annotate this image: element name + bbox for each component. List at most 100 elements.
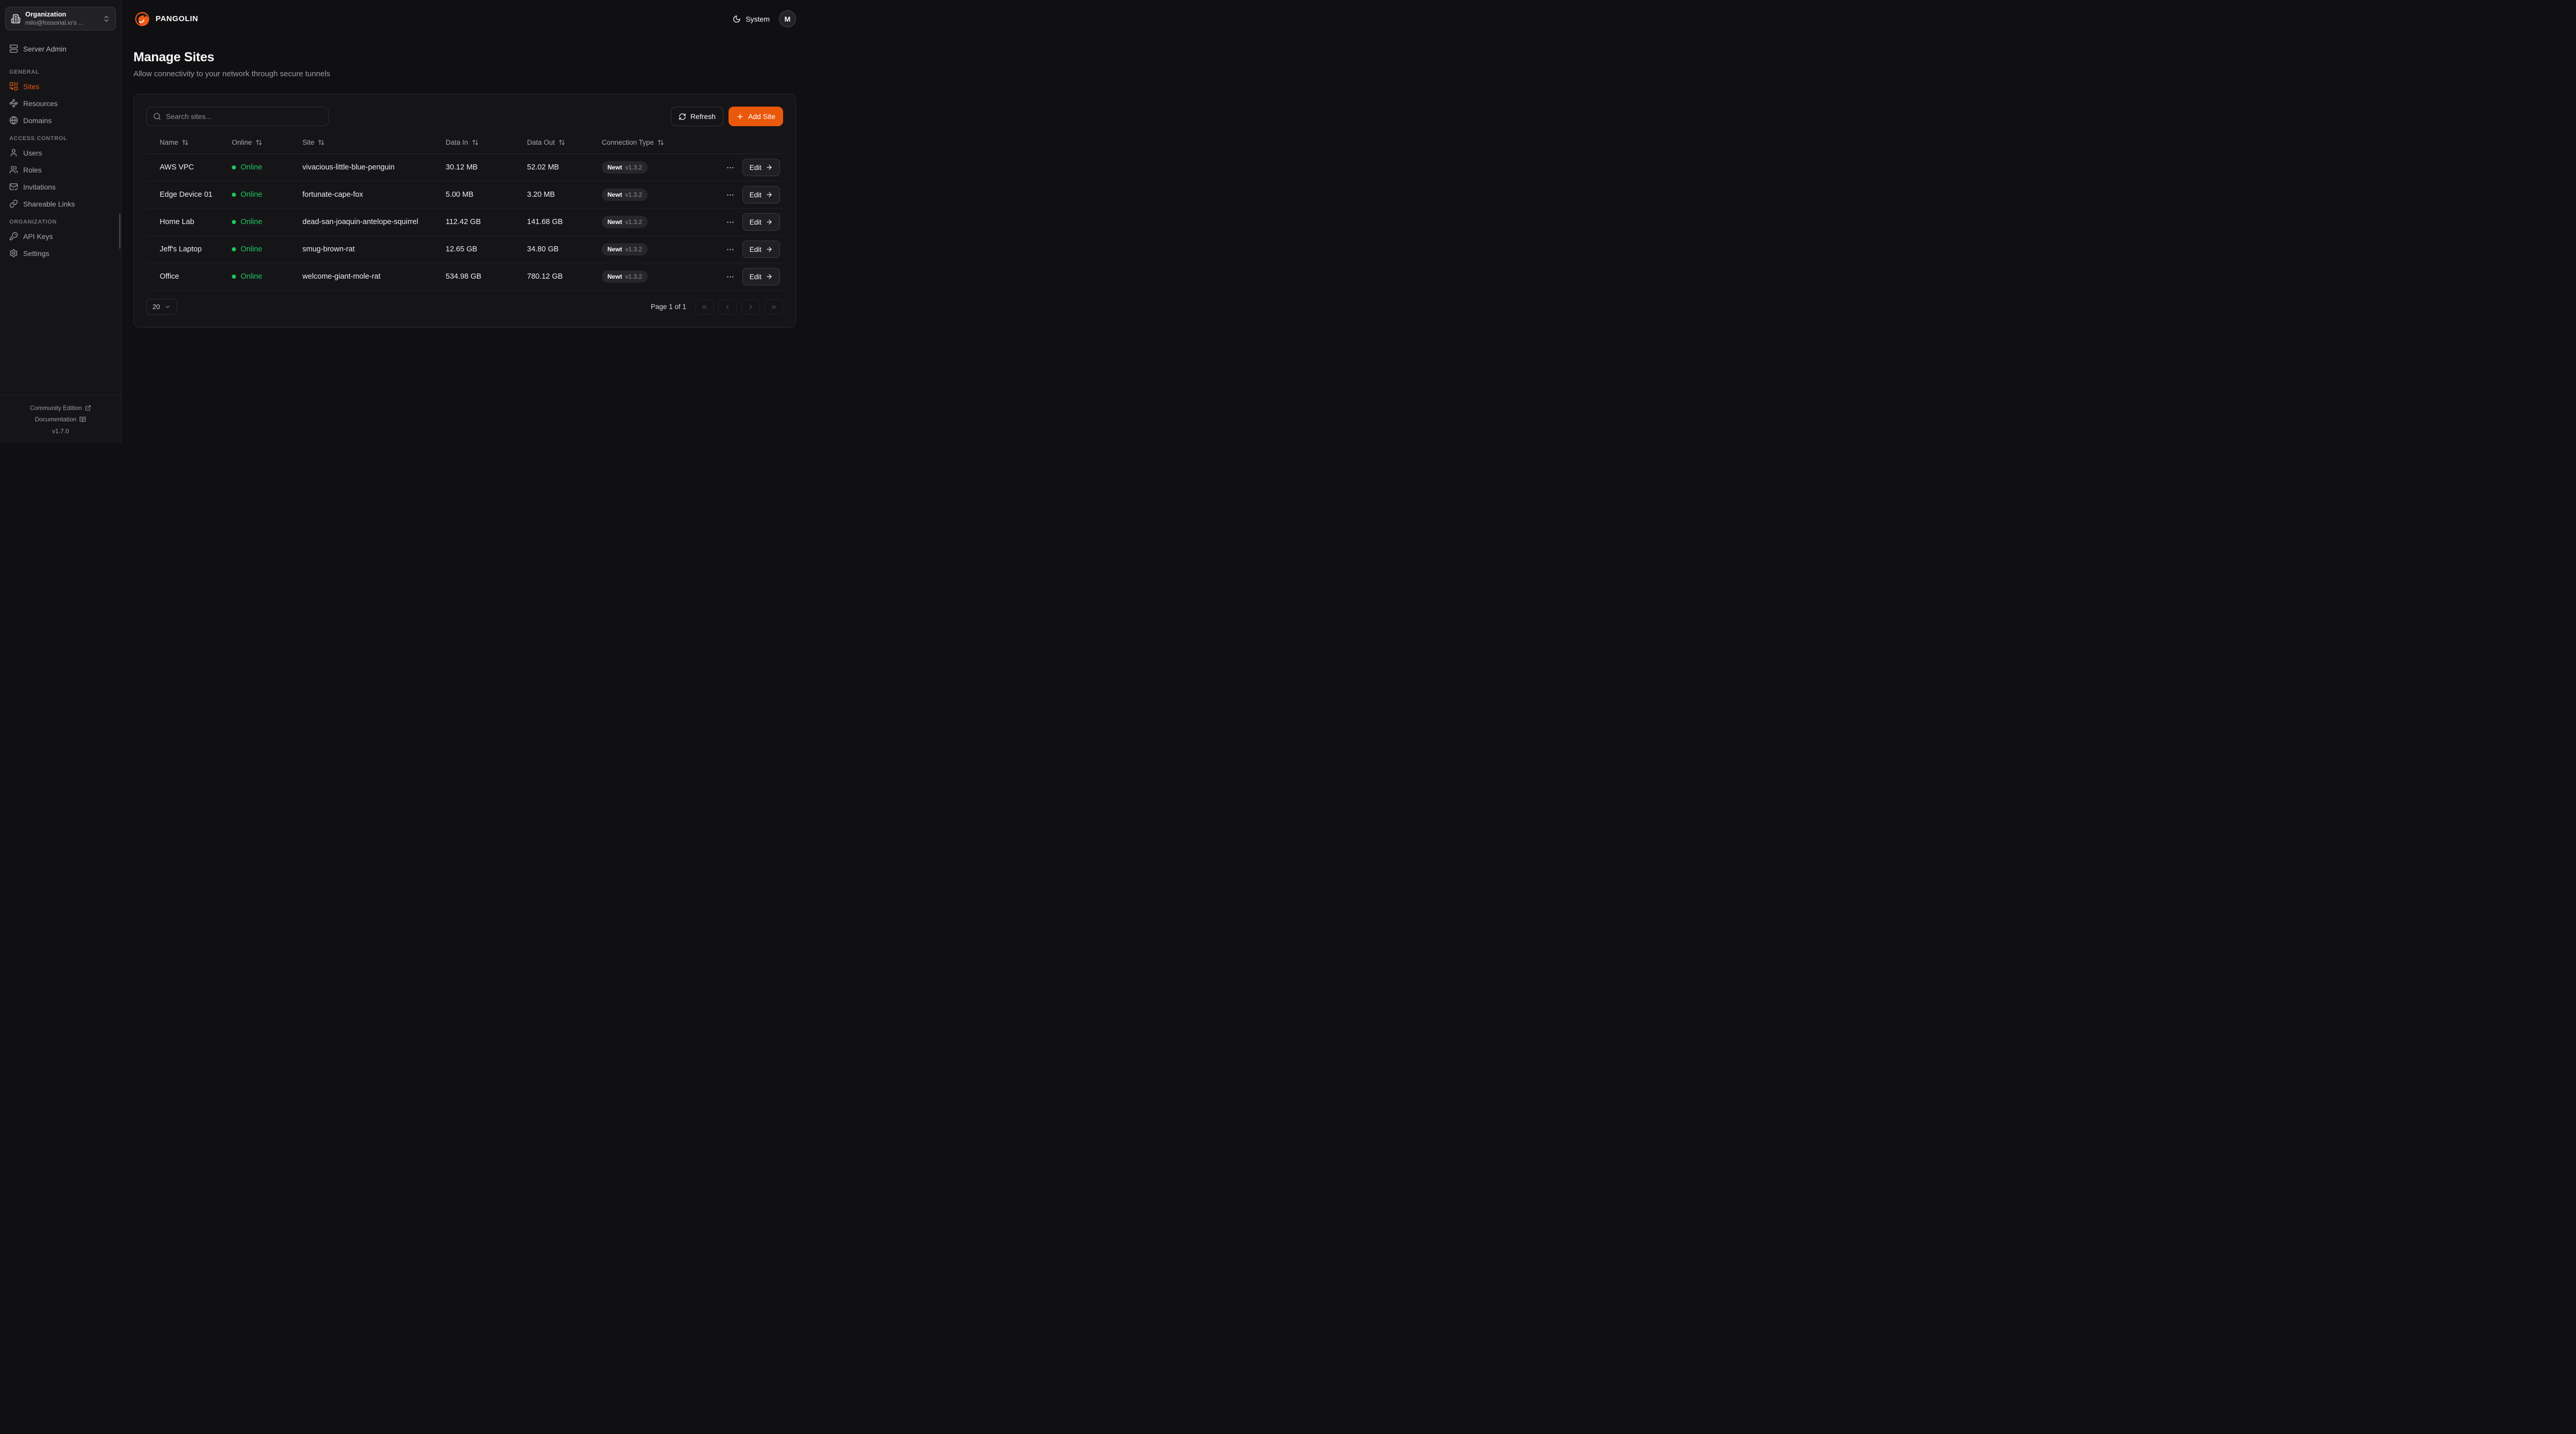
- sidebar-item-roles[interactable]: Roles: [5, 162, 116, 178]
- cell-name: Home Lab: [146, 218, 218, 226]
- connection-version-label: v1.3.2: [625, 273, 642, 280]
- chevron-right-icon: [747, 303, 754, 311]
- sidebar-item-api-keys[interactable]: API Keys: [5, 228, 116, 244]
- online-label: Online: [241, 191, 262, 199]
- org-selector-subtitle: milo@fossorial.io's ...: [25, 19, 98, 27]
- sidebar-item-label: Settings: [23, 249, 49, 258]
- row-menu-button[interactable]: [725, 162, 736, 173]
- sidebar-item-settings[interactable]: Settings: [5, 245, 116, 261]
- add-site-button[interactable]: Add Site: [728, 107, 783, 126]
- refresh-button[interactable]: Refresh: [671, 107, 723, 126]
- table-row: AWS VPC Online vivacious-little-blue-pen…: [146, 154, 783, 181]
- key-icon: [9, 232, 18, 241]
- sidebar: Organization milo@fossorial.io's ... Ser…: [0, 0, 122, 443]
- user-icon: [9, 148, 18, 157]
- column-label: Connection Type: [602, 139, 654, 146]
- sidebar-item-sites[interactable]: Sites: [5, 78, 116, 94]
- sort-icon: [182, 139, 189, 146]
- row-menu-button[interactable]: [725, 217, 736, 228]
- column-header-connection-type[interactable]: Connection Type: [588, 131, 716, 153]
- column-label: Online: [232, 139, 252, 146]
- online-dot: [232, 275, 236, 279]
- cell-site: vivacious-little-blue-penguin: [289, 163, 432, 172]
- row-menu-button[interactable]: [725, 244, 736, 255]
- cell-name: Jeff's Laptop: [146, 245, 218, 253]
- column-header-data-in[interactable]: Data In: [432, 131, 514, 153]
- search-input[interactable]: [166, 112, 322, 121]
- sidebar-item-server-admin[interactable]: Server Admin: [5, 41, 116, 57]
- edit-button[interactable]: Edit: [742, 159, 780, 176]
- section-label-general: GENERAL: [5, 63, 116, 78]
- arrow-right-icon: [766, 273, 773, 280]
- arrow-right-icon: [766, 218, 773, 226]
- org-selector[interactable]: Organization milo@fossorial.io's ...: [5, 7, 116, 30]
- link-icon: [9, 199, 18, 208]
- cell-name: Office: [146, 272, 218, 281]
- connection-type-label: Newt: [607, 273, 622, 280]
- arrow-right-icon: [766, 164, 773, 171]
- connection-badge: Newtv1.3.2: [602, 216, 648, 228]
- edit-button[interactable]: Edit: [742, 241, 780, 258]
- column-header-data-out[interactable]: Data Out: [514, 131, 588, 153]
- row-menu-button[interactable]: [725, 190, 736, 200]
- section-label-organization: ORGANIZATION: [5, 213, 116, 228]
- table-row: Office Online welcome-giant-mole-rat 534…: [146, 263, 783, 291]
- documentation-link[interactable]: Documentation: [0, 414, 121, 425]
- search-icon: [153, 112, 161, 121]
- row-menu-button[interactable]: [725, 271, 736, 282]
- sidebar-item-users[interactable]: Users: [5, 145, 116, 161]
- first-page-button[interactable]: [695, 299, 714, 315]
- section-label-access-control: ACCESS CONTROL: [5, 129, 116, 145]
- online-dot: [232, 220, 236, 224]
- cell-site: welcome-giant-mole-rat: [289, 272, 432, 281]
- edit-button[interactable]: Edit: [742, 268, 780, 285]
- cell-online: Online: [218, 163, 289, 172]
- cell-data-in: 534.98 GB: [432, 272, 514, 281]
- avatar[interactable]: M: [779, 10, 796, 27]
- sidebar-item-label: Shareable Links: [23, 200, 75, 208]
- column-header-site[interactable]: Site: [289, 131, 432, 153]
- cell-site: fortunate-cape-fox: [289, 191, 432, 199]
- card-toolbar: Refresh Add Site: [146, 107, 783, 126]
- edit-button[interactable]: Edit: [742, 186, 780, 203]
- cell-site: smug-brown-rat: [289, 245, 432, 253]
- community-edition-link[interactable]: Community Edition: [0, 402, 121, 414]
- add-site-label: Add Site: [748, 112, 775, 121]
- connection-version-label: v1.3.2: [625, 164, 642, 171]
- last-page-button[interactable]: [765, 299, 783, 315]
- page-size-select[interactable]: 20: [146, 299, 177, 315]
- plus-icon: [736, 113, 744, 121]
- book-open-icon: [79, 416, 86, 423]
- brand-name: PANGOLIN: [156, 14, 198, 23]
- page-info: Page 1 of 1: [651, 303, 686, 311]
- sidebar-item-label: Roles: [23, 166, 42, 174]
- refresh-label: Refresh: [690, 112, 716, 121]
- cell-actions: Edit: [716, 186, 783, 203]
- prev-page-button[interactable]: [718, 299, 737, 315]
- sidebar-item-invitations[interactable]: Invitations: [5, 179, 116, 195]
- sidebar-nav: Server Admin GENERAL Sites Resources Dom…: [0, 30, 121, 262]
- cell-online: Online: [218, 272, 289, 281]
- cell-data-in: 5.00 MB: [432, 191, 514, 199]
- next-page-button[interactable]: [741, 299, 760, 315]
- sort-icon: [657, 139, 664, 146]
- sidebar-item-shareable-links[interactable]: Shareable Links: [5, 196, 116, 212]
- column-header-online[interactable]: Online: [218, 131, 289, 153]
- chevrons-up-down-icon: [103, 15, 110, 23]
- sidebar-item-resources[interactable]: Resources: [5, 95, 116, 111]
- sidebar-scrollbar[interactable]: [119, 214, 121, 249]
- column-header-name[interactable]: Name: [146, 131, 218, 153]
- refresh-icon: [679, 113, 686, 121]
- chevron-left-icon: [724, 303, 731, 311]
- theme-toggle[interactable]: System: [733, 15, 770, 23]
- sidebar-item-domains[interactable]: Domains: [5, 112, 116, 128]
- cell-connection-type: Newtv1.3.2: [588, 243, 716, 255]
- brand-logo[interactable]: PANGOLIN: [133, 10, 198, 28]
- page-title: Manage Sites: [133, 50, 796, 65]
- connection-type-label: Newt: [607, 191, 622, 198]
- table-row: Jeff's Laptop Online smug-brown-rat 12.6…: [146, 236, 783, 263]
- connection-type-label: Newt: [607, 246, 622, 253]
- column-label: Data In: [446, 139, 468, 146]
- cell-data-out: 34.80 GB: [514, 245, 588, 253]
- edit-button[interactable]: Edit: [742, 213, 780, 231]
